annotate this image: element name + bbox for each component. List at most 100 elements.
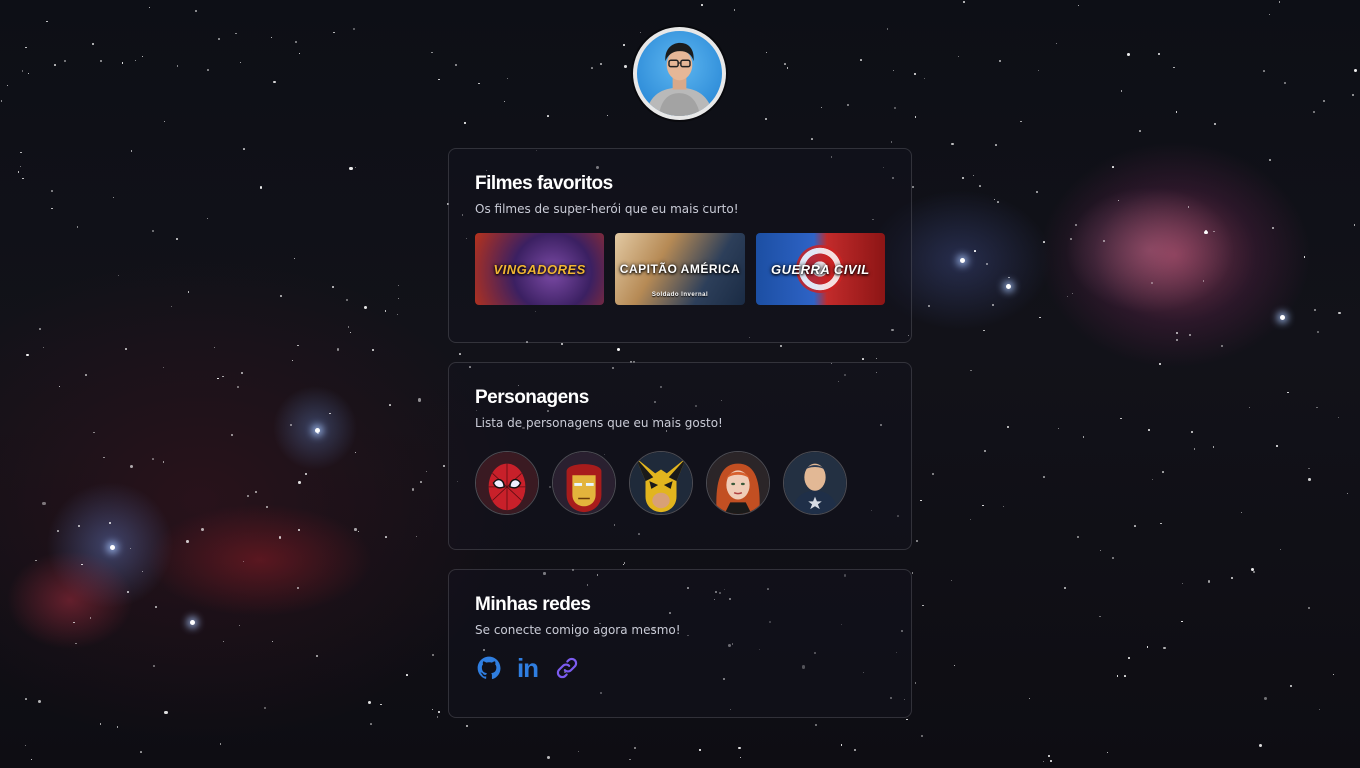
star — [263, 706, 267, 709]
star — [1346, 492, 1348, 495]
star — [1163, 646, 1166, 649]
star — [1103, 240, 1106, 243]
star — [1221, 345, 1224, 348]
character-spider-man[interactable] — [475, 451, 539, 515]
characters-list — [475, 451, 885, 515]
star — [58, 386, 60, 388]
star — [25, 745, 27, 747]
star — [349, 166, 353, 171]
star — [466, 725, 468, 727]
star — [354, 452, 356, 454]
star — [1037, 69, 1039, 72]
star — [739, 756, 742, 759]
star — [997, 201, 999, 203]
socials-subtitle: Se conecte comigo agora mesmo! — [475, 623, 681, 637]
star — [984, 450, 987, 453]
star — [1181, 620, 1183, 622]
star — [218, 38, 221, 41]
star — [175, 238, 178, 241]
star — [103, 456, 105, 459]
star — [127, 591, 130, 594]
star — [1055, 42, 1058, 45]
star — [459, 352, 462, 355]
star — [1173, 66, 1175, 68]
star — [1312, 110, 1315, 113]
star — [1117, 199, 1120, 202]
star — [91, 43, 94, 46]
star — [893, 107, 896, 110]
star — [1082, 436, 1085, 438]
star — [600, 63, 603, 66]
star — [1287, 391, 1289, 394]
star — [27, 73, 30, 75]
star — [1151, 281, 1154, 284]
star — [455, 64, 458, 67]
star — [950, 580, 952, 582]
star — [85, 374, 88, 376]
star — [1240, 511, 1243, 513]
star — [349, 331, 352, 334]
star — [1248, 406, 1251, 409]
character-captain-america[interactable] — [783, 451, 847, 515]
star — [607, 115, 609, 117]
star — [1120, 417, 1122, 419]
star — [922, 604, 924, 607]
star — [1189, 333, 1192, 336]
star — [923, 77, 926, 80]
star — [906, 718, 908, 721]
star — [298, 52, 300, 55]
star — [1318, 709, 1321, 711]
star — [733, 8, 736, 11]
star — [270, 37, 272, 39]
star — [78, 524, 81, 527]
star — [117, 274, 120, 277]
star — [130, 464, 134, 469]
star — [20, 151, 22, 154]
star — [73, 621, 75, 624]
star — [914, 72, 917, 75]
star — [951, 142, 954, 146]
characters-card: Personagens Lista de personagens que eu … — [448, 362, 912, 550]
star — [986, 262, 989, 265]
socials-card: Minhas redes Se conecte comigo agora mes… — [448, 569, 912, 718]
character-wolverine[interactable] — [629, 451, 693, 515]
star — [738, 747, 741, 750]
star — [1050, 759, 1053, 762]
star — [141, 570, 143, 572]
star — [431, 708, 433, 710]
star — [979, 185, 981, 188]
star — [266, 505, 269, 508]
star — [21, 70, 24, 72]
star — [1263, 697, 1267, 701]
linkedin-link[interactable]: in — [514, 654, 541, 681]
star — [372, 348, 375, 351]
star — [141, 56, 143, 58]
profile-avatar — [633, 27, 726, 120]
movie-poster-guerra-civil[interactable]: Guerra Civil — [755, 233, 885, 305]
star — [846, 103, 850, 106]
character-iron-man[interactable] — [552, 451, 616, 515]
github-link[interactable] — [475, 654, 502, 681]
star — [1158, 53, 1161, 56]
star — [1212, 446, 1215, 448]
star — [853, 748, 856, 751]
star — [765, 118, 768, 120]
star — [54, 63, 56, 66]
star — [1353, 69, 1357, 73]
external-link[interactable] — [553, 654, 580, 681]
star — [506, 77, 508, 79]
star — [982, 504, 984, 507]
movie-poster-capitao-america[interactable]: Capitão América Soldado Invernal — [615, 233, 745, 305]
character-black-widow[interactable] — [706, 451, 770, 515]
star — [255, 490, 258, 493]
star — [130, 150, 133, 152]
star — [1181, 582, 1184, 585]
star — [1351, 94, 1354, 96]
star — [57, 530, 59, 533]
star — [99, 723, 102, 725]
star — [699, 749, 701, 751]
star — [1028, 697, 1030, 700]
star — [972, 174, 975, 177]
movie-poster-vingadores[interactable]: Vingadores — [475, 233, 605, 305]
star — [1133, 525, 1136, 527]
